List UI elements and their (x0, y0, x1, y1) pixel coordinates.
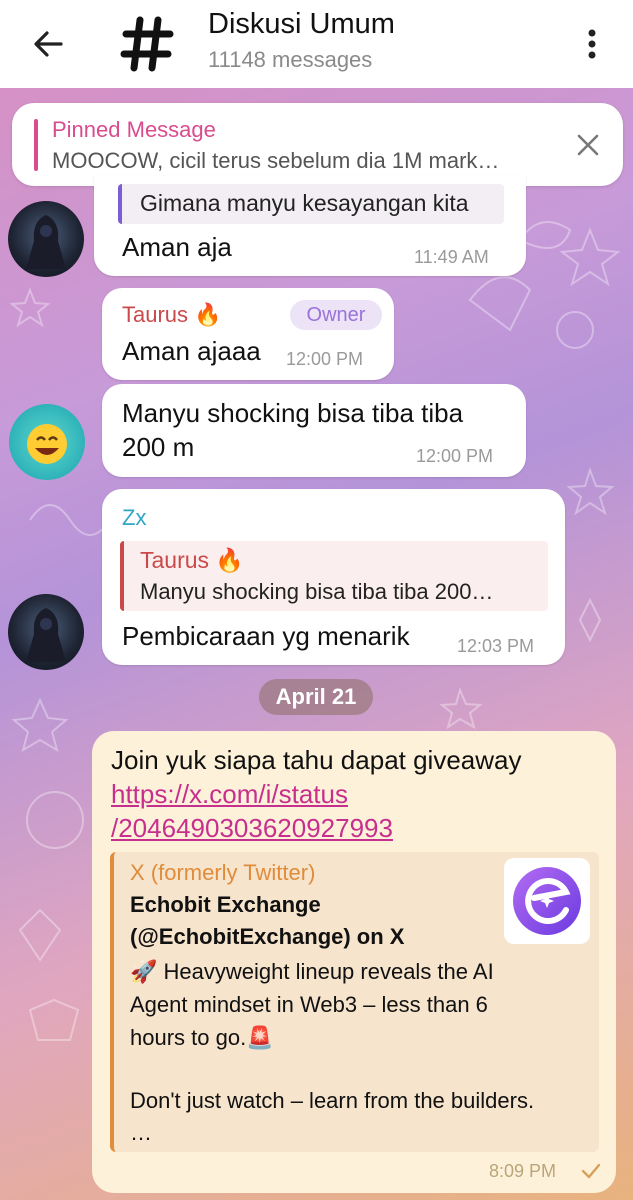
avatar[interactable] (8, 594, 84, 670)
preview-thumbnail (504, 858, 590, 944)
more-vertical-icon (588, 29, 596, 59)
arrow-left-icon (34, 31, 63, 57)
preview-body-line-1: 🚀 Heavyweight lineup reveals the AI (130, 959, 494, 984)
message-time: 12:03 PM (457, 636, 535, 656)
date-separator: April 21 (259, 679, 373, 715)
message-time: 12:00 PM (416, 446, 494, 466)
preview-site-name: X (formerly Twitter) (130, 860, 316, 885)
preview-body-line-2: Agent mindset in Web3 – less than 6 (130, 992, 488, 1017)
link-preview[interactable]: X (formerly Twitter) Echobit Exchange (@… (110, 852, 599, 1152)
reply-text: Manyu shocking bisa tiba tiba 200… (140, 579, 494, 604)
reply-quote[interactable]: Taurus 🔥 Manyu shocking bisa tiba tiba 2… (120, 541, 548, 611)
sender-name[interactable]: Zx (122, 505, 146, 531)
reply-quote[interactable]: Gimana manyu kesayangan kita (118, 184, 504, 224)
owner-badge: Owner (290, 300, 382, 330)
message-text: Join yuk siapa tahu dapat giveaway (111, 745, 522, 775)
preview-body-line-3: hours to go.🚨 (130, 1025, 274, 1050)
message-count: 11148 messages (208, 47, 373, 72)
message-time: 11:49 AM (414, 247, 489, 267)
preview-body-line-4: Don't just watch – learn from the builde… (130, 1088, 535, 1113)
reply-sender: Taurus 🔥 (140, 547, 245, 573)
message-text-line-1: Manyu shocking bisa tiba tiba (122, 398, 464, 428)
preview-body-line-5: … (130, 1120, 152, 1145)
hooded-figure-avatar-icon (26, 215, 66, 269)
message-bubble[interactable]: Gimana manyu kesayangan kita Aman aja 11… (94, 176, 526, 276)
hooded-figure-avatar-icon (26, 608, 66, 662)
message-bubble[interactable]: Manyu shocking bisa tiba tiba 200 m 12:0… (102, 384, 526, 477)
message-text-line-2: 200 m (122, 432, 195, 462)
close-icon[interactable] (572, 129, 604, 161)
preview-title-line-1: Echobit Exchange (130, 892, 321, 917)
message-link-line-1[interactable]: https://x.com/i/status (111, 777, 348, 811)
preview-title-line-2: (@EchobitExchange) on X (130, 924, 405, 949)
message-bubble[interactable]: Zx Taurus 🔥 Manyu shocking bisa tiba tib… (102, 489, 565, 665)
laughing-face-avatar-icon (27, 424, 67, 464)
avatar[interactable] (8, 201, 84, 277)
chat-header: Diskusi Umum 11148 messages (0, 0, 633, 88)
hashtag-icon (120, 16, 174, 72)
more-options-button[interactable] (574, 20, 610, 68)
pinned-message-bar[interactable]: Pinned Message MOOCOW, cicil terus sebel… (12, 103, 623, 186)
message-text: Aman ajaaa (122, 336, 261, 366)
message-time: 8:09 PM (489, 1161, 557, 1181)
message-text: Aman aja (122, 232, 232, 262)
message-link-line-2[interactable]: /2046490303620927993 (111, 811, 393, 845)
pinned-label: Pinned Message (52, 117, 216, 142)
checkmark-icon (581, 1163, 601, 1179)
back-button[interactable] (26, 22, 70, 66)
reply-text: Gimana manyu kesayangan kita (140, 190, 469, 216)
pinned-text: MOOCOW, cicil terus sebelum dia 1M mark… (52, 148, 500, 173)
owner-badge-label: Owner (306, 304, 366, 326)
echobit-logo-icon (513, 867, 581, 935)
chat-title[interactable]: Diskusi Umum (208, 8, 395, 41)
message-bubble[interactable]: Taurus 🔥 Owner Aman ajaaa 12:00 PM (102, 288, 394, 380)
message-text: Pembicaraan yg menarik (122, 621, 410, 651)
avatar[interactable] (9, 404, 85, 480)
pinned-accent-bar (34, 119, 38, 171)
sender-name[interactable]: Taurus 🔥 (122, 302, 222, 328)
message-time: 12:00 PM (286, 349, 364, 369)
